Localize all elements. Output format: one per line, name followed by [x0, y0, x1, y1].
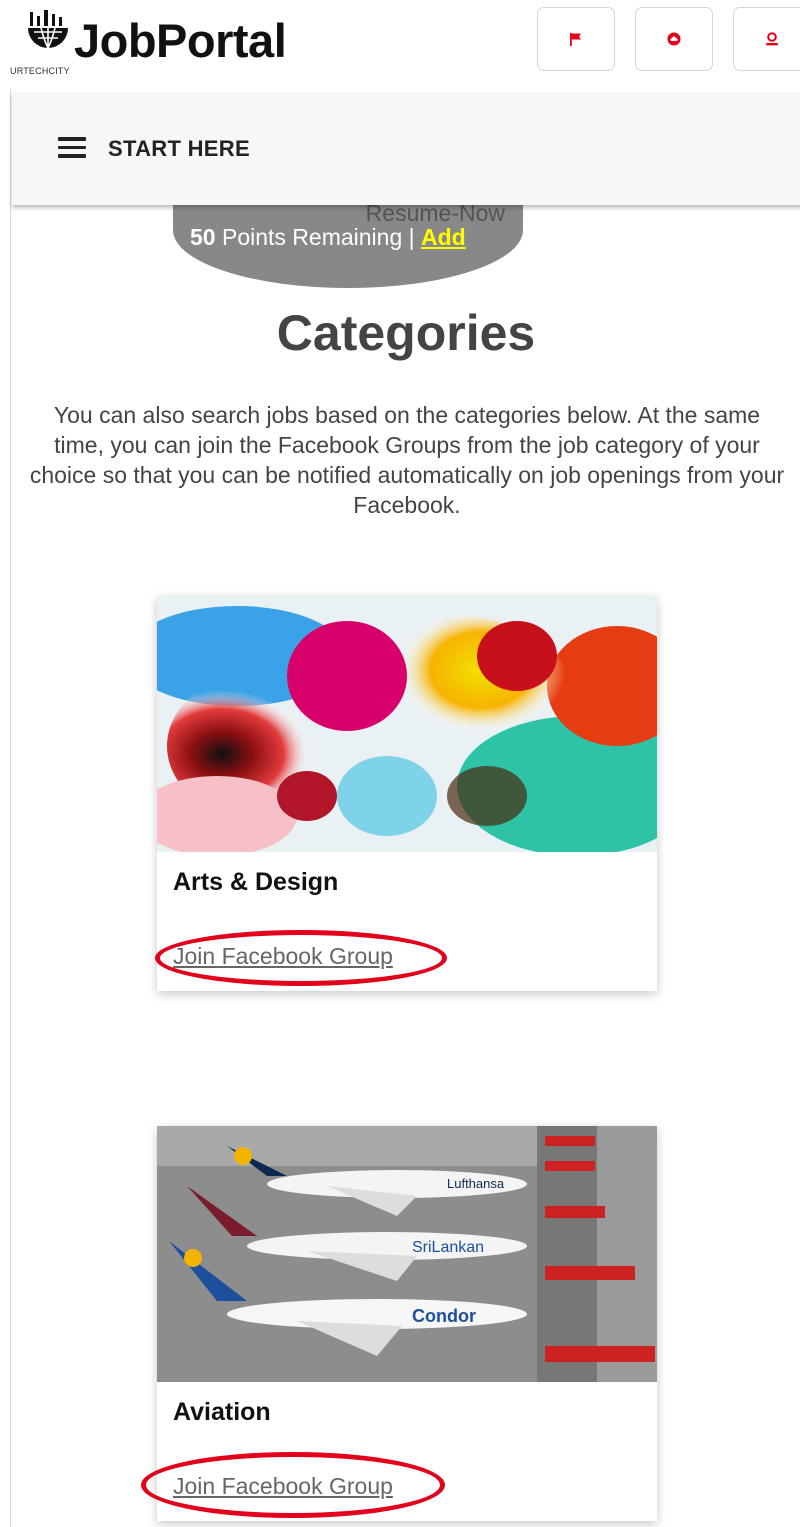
- category-card-arts-design[interactable]: Arts & Design Join Facebook Group: [155, 596, 657, 991]
- category-name: Aviation: [173, 1398, 271, 1426]
- airport-planes-image: Condor SriLankan Lufthansa: [157, 1126, 657, 1382]
- brand-tagline: URTECHCITY: [10, 66, 70, 76]
- highlight-circle: [155, 930, 447, 986]
- inbox-icon: [667, 32, 681, 46]
- page-description: You can also search jobs based on the ca…: [29, 402, 785, 518]
- svg-text:SriLankan: SriLankan: [412, 1239, 484, 1256]
- brand-name[interactable]: JobPortal: [74, 14, 287, 68]
- hamburger-menu-icon[interactable]: [58, 137, 86, 159]
- flag-icon: [570, 33, 581, 46]
- site-header: JobPortal URTECHCITY: [0, 0, 800, 88]
- abstract-paint-image: [157, 596, 657, 852]
- svg-text:Condor: Condor: [412, 1306, 476, 1326]
- points-widget: Resume-Now 50 Points Remaining | Add: [173, 196, 523, 288]
- category-card-aviation[interactable]: Condor SriLankan Lufthansa Aviation Join…: [141, 1126, 657, 1521]
- nav-bar: START HERE: [12, 92, 800, 205]
- add-points-link[interactable]: Add: [421, 224, 466, 250]
- svg-text:Lufthansa: Lufthansa: [447, 1176, 505, 1191]
- inbox-button[interactable]: [635, 7, 713, 71]
- user-icon: [766, 32, 778, 46]
- category-name: Arts & Design: [173, 868, 339, 896]
- highlight-circle: [141, 1452, 445, 1518]
- start-here-menu[interactable]: START HERE: [108, 136, 250, 162]
- points-count: 50: [190, 224, 216, 250]
- flag-button[interactable]: [537, 7, 615, 71]
- profile-button[interactable]: [733, 7, 800, 71]
- page-title: Categories: [276, 305, 536, 361]
- points-text: Points Remaining |: [221, 224, 415, 250]
